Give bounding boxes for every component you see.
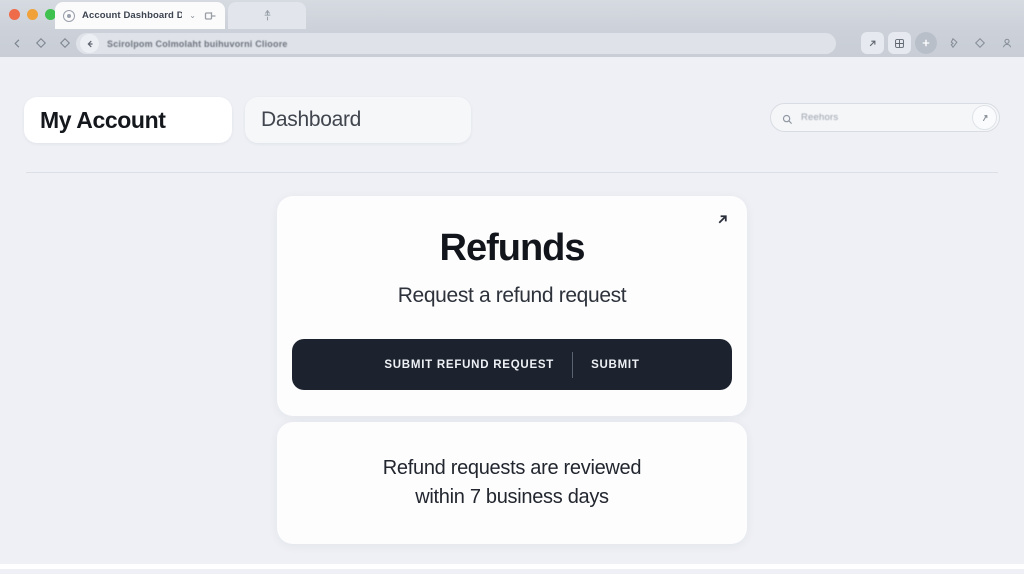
external-link-arrow-icon[interactable]	[711, 208, 733, 230]
url-text: Scirolpom Colmolaht buihuvorni Clioore	[107, 38, 288, 49]
cta-primary-label: SUBMIT REFUND REQUEST	[384, 358, 555, 371]
chevron-down-icon[interactable]: ⌄	[189, 11, 196, 20]
refunds-subtitle: Request a refund request	[397, 284, 627, 307]
account-card[interactable]: My Account	[24, 97, 232, 143]
toolbar-actions	[861, 32, 1018, 54]
add-icon[interactable]	[915, 32, 937, 54]
search-submit-button[interactable]	[972, 105, 997, 130]
diamond-icon	[59, 37, 71, 49]
new-tab-icon	[264, 9, 270, 21]
tab-action-icon[interactable]	[203, 9, 217, 23]
tab-strip: Account Dashboard Dpnc ⌄	[0, 0, 1024, 29]
search-bar[interactable]: Reehors	[770, 103, 1000, 132]
back-button[interactable]	[5, 33, 29, 53]
bottom-strip	[0, 564, 1024, 569]
arrow-left-icon[interactable]	[80, 34, 99, 53]
refund-policy-text: Refund requests are reviewed within 7 bu…	[382, 454, 642, 512]
address-bar[interactable]: Scirolpom Colmolaht buihuvorni Clioore	[76, 33, 836, 54]
browser-toolbar: Scirolpom Colmolaht buihuvorni Clioore	[0, 29, 1024, 57]
refund-policy-line1: Refund requests are reviewed	[382, 457, 642, 479]
globe-icon	[63, 9, 75, 22]
browser-tab-secondary[interactable]	[228, 2, 306, 29]
search-icon	[782, 112, 793, 125]
header-divider	[26, 172, 998, 173]
page-content: My Account Dashboard Reehors Refunds Req…	[0, 57, 1024, 569]
browser-chrome: Account Dashboard Dpnc ⌄	[0, 0, 1024, 57]
refunds-card: Refunds Request a refund request SUBMIT …	[277, 196, 747, 416]
dashboard-tab[interactable]: Dashboard	[245, 97, 471, 143]
diamond-icon[interactable]	[968, 32, 991, 54]
profile-icon[interactable]	[995, 32, 1018, 54]
dashboard-label: Dashboard	[261, 108, 362, 131]
cta-secondary-label[interactable]: SUBMIT	[573, 359, 640, 371]
browser-window: Account Dashboard Dpnc ⌄	[0, 0, 1024, 574]
browser-tab-active[interactable]: Account Dashboard Dpnc ⌄	[55, 2, 225, 29]
reload-button[interactable]	[53, 33, 77, 53]
diamond-icon	[35, 37, 47, 49]
tab-title: Account Dashboard Dpnc	[82, 10, 183, 21]
window-controls[interactable]	[9, 9, 56, 20]
minimize-window-button[interactable]	[27, 9, 38, 20]
refund-policy-line2: within 7 business days	[415, 486, 609, 508]
shield-icon[interactable]	[941, 32, 964, 54]
forward-button[interactable]	[29, 33, 53, 53]
share-icon[interactable]	[861, 32, 884, 54]
close-window-button[interactable]	[9, 9, 20, 20]
search-input[interactable]: Reehors	[801, 112, 838, 123]
arrow-icon	[982, 114, 987, 121]
refund-policy-card: Refund requests are reviewed within 7 bu…	[277, 422, 747, 544]
grid-icon[interactable]	[888, 32, 911, 54]
refunds-title: Refunds	[439, 227, 586, 269]
page-title: My Account	[40, 106, 166, 133]
submit-refund-request-button[interactable]: SUBMIT REFUND REQUEST SUBMIT	[292, 339, 732, 390]
